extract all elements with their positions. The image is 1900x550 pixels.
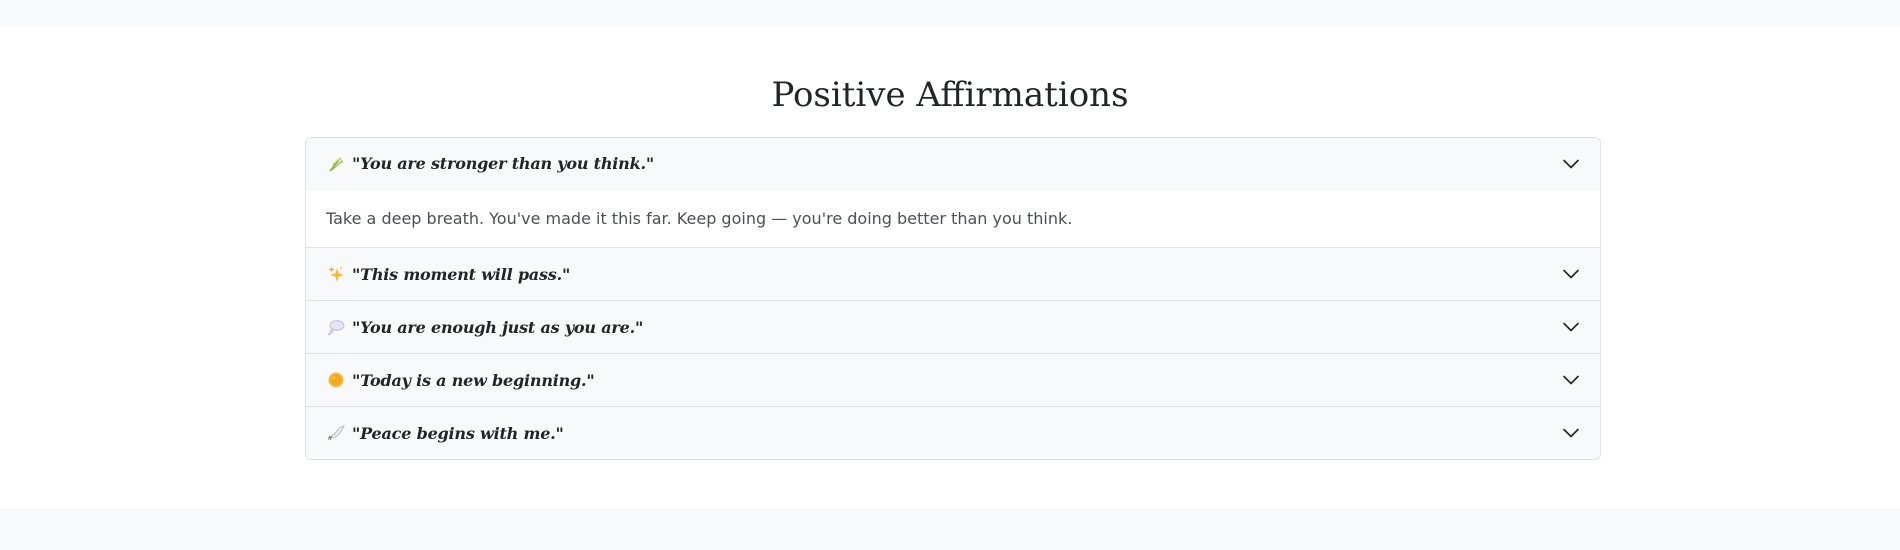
chevron-down-icon xyxy=(1561,370,1581,390)
affirmation-quote: "You are stronger than you think." xyxy=(352,154,654,173)
accordion-toggle-3[interactable]: "You are enough just as you are." xyxy=(306,301,1600,353)
accordion-toggle-4[interactable]: "Today is a new beginning." xyxy=(306,354,1600,406)
accordion-toggle-2[interactable]: "This moment will pass." xyxy=(306,248,1600,300)
chevron-down-icon xyxy=(1561,423,1581,443)
accordion-toggle-1[interactable]: "You are stronger than you think." xyxy=(306,138,1600,189)
affirmation-quote: "Today is a new beginning." xyxy=(352,370,595,390)
chevron-down-icon xyxy=(1561,154,1581,174)
sparkles-icon xyxy=(326,264,346,284)
accordion-item: "Today is a new beginning." xyxy=(306,353,1600,406)
accordion-item: "Peace begins with me." xyxy=(306,406,1600,459)
sheaf-of-rice-icon xyxy=(326,154,346,174)
sun-icon xyxy=(326,370,346,390)
affirmations-accordion: "You are stronger than you think." Take … xyxy=(305,137,1601,460)
affirmation-quote: "This moment will pass." xyxy=(352,264,571,284)
affirmation-quote: "Peace begins with me." xyxy=(352,423,564,443)
chevron-down-icon xyxy=(1561,317,1581,337)
top-band xyxy=(0,0,1900,26)
affirmation-quote: "You are enough just as you are." xyxy=(352,317,644,337)
bottom-band xyxy=(0,508,1900,550)
accordion-body: Take a deep breath. You've made it this … xyxy=(306,189,1600,247)
page-title: Positive Affirmations xyxy=(771,75,1129,115)
thought-balloon-icon xyxy=(326,317,346,337)
accordion-item: "You are enough just as you are." xyxy=(306,300,1600,353)
affirmations-section: Positive Affirmations "You are stronger … xyxy=(0,26,1900,508)
dove-icon xyxy=(326,423,346,443)
accordion-toggle-5[interactable]: "Peace begins with me." xyxy=(306,407,1600,459)
chevron-down-icon xyxy=(1561,264,1581,284)
accordion-item: "This moment will pass." xyxy=(306,247,1600,300)
accordion-item: "You are stronger than you think." Take … xyxy=(306,138,1600,247)
